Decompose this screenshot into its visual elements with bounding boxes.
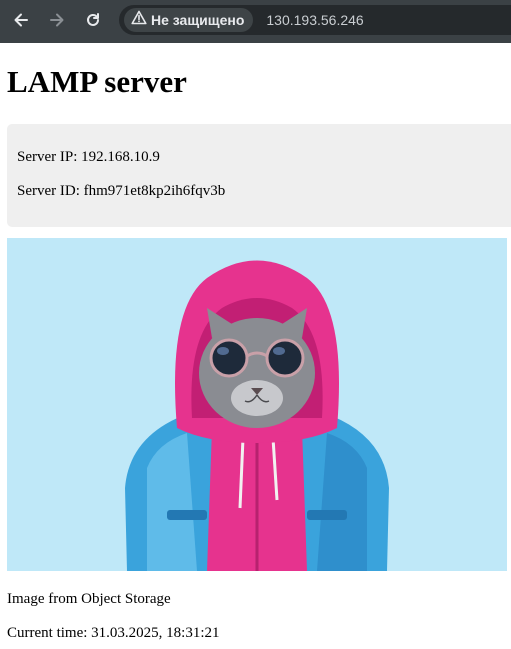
- url-text[interactable]: 130.193.56.246: [266, 12, 363, 28]
- server-id: Server ID: fhm971et8kp2ih6fqv3b: [17, 183, 226, 199]
- warning-triangle-icon: [131, 10, 147, 30]
- server-ip: Server IP: 192.168.10.9: [17, 149, 160, 165]
- arrow-right-icon: [48, 11, 66, 29]
- address-bar[interactable]: Не защищено 130.193.56.246: [119, 5, 511, 35]
- back-button[interactable]: [9, 8, 33, 32]
- forward-button[interactable]: [45, 8, 69, 32]
- reload-icon: [84, 11, 102, 29]
- page-title: LAMP server: [7, 64, 187, 99]
- security-label: Не защищено: [151, 12, 245, 28]
- arrow-left-icon: [12, 11, 30, 29]
- security-chip[interactable]: Не защищено: [124, 8, 254, 32]
- cat-illustration: [7, 238, 507, 571]
- server-info-box: Server IP: 192.168.10.9 Server ID: fhm97…: [7, 124, 511, 227]
- cat-image: [7, 238, 507, 571]
- image-caption: Image from Object Storage: [7, 591, 171, 607]
- current-time: Current time: 31.03.2025, 18:31:21: [7, 625, 220, 641]
- browser-toolbar: Не защищено 130.193.56.246: [0, 0, 511, 43]
- reload-button[interactable]: [81, 8, 105, 32]
